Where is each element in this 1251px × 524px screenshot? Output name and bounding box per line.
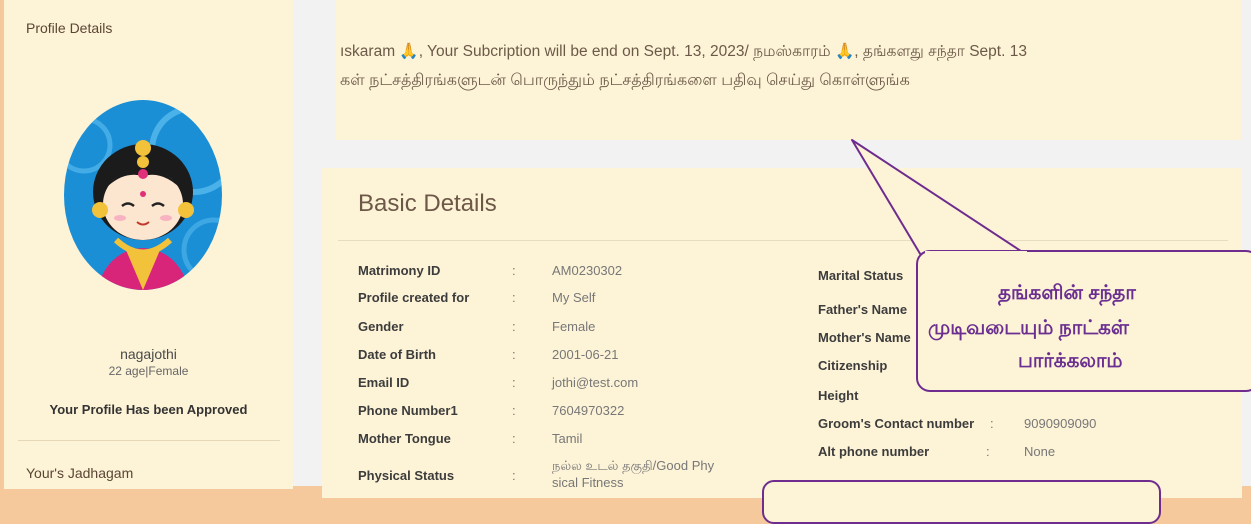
secondary-callout: [762, 480, 1161, 524]
callout-line-3: பார்க்கலாம்: [1018, 350, 1123, 372]
callout-line-2: முடிவடையும் நாட்கள்: [928, 317, 1129, 339]
subscription-callout: தங்களின் சந்தா முடிவடையும் நாட்கள் பார்க…: [916, 250, 1251, 392]
callout-pointer: [851, 139, 1031, 258]
callout-line-1: தங்களின் சந்தா: [998, 282, 1136, 304]
callout-join: [925, 251, 1027, 255]
